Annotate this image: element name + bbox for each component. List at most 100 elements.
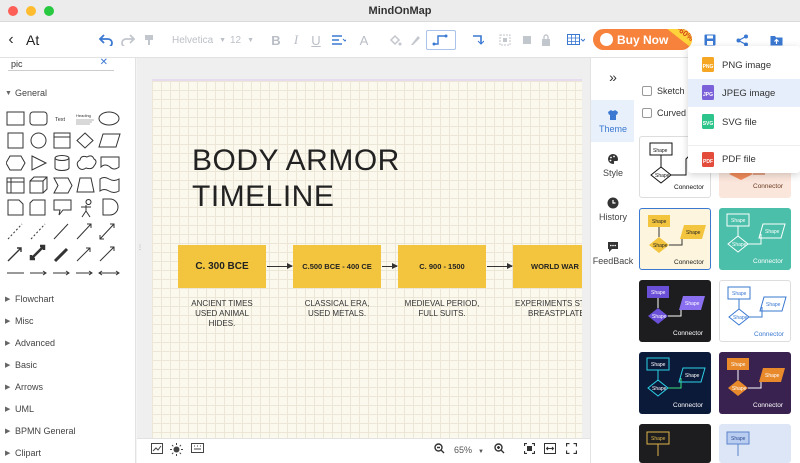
font-family-select[interactable]: Helvetica ▼ [172,33,226,47]
fit-width-icon[interactable] [544,443,556,457]
section-clipart[interactable]: ▶ Clipart [5,448,41,458]
group-icon[interactable] [496,22,514,58]
curved-checkbox[interactable]: Curved [642,108,686,118]
tab-theme[interactable]: Theme [591,100,635,142]
timeline-caption[interactable]: ANCIENT TIMES USED ANIMAL HIDES. [178,299,266,329]
lock-icon[interactable] [538,22,554,58]
format-painter-icon[interactable] [140,22,158,58]
section-basic[interactable]: ▶ Basic [5,360,37,370]
timeline-box[interactable]: C. 900 - 1500 [398,245,486,288]
sketch-checkbox[interactable]: Sketch [642,86,685,96]
section-arrows[interactable]: ▶ Arrows [5,382,43,392]
minimize-window-button[interactable] [26,6,36,16]
theme-card-dark-purple[interactable]: Shape Shape Shape Connector [639,280,711,342]
text-align-icon[interactable] [328,22,350,58]
shape-arrow-thin [76,247,91,262]
theme-card-dark-gold[interactable]: Shape [639,424,711,463]
maximize-window-button[interactable] [44,6,54,16]
export-png-item[interactable]: PNG PNG image [688,51,800,79]
zoom-in-icon[interactable] [494,443,505,457]
chevron-down-icon: ▼ [478,449,484,455]
fullscreen-icon[interactable] [565,442,578,457]
section-bpmn-general[interactable]: ▶ BPMN General [5,426,76,436]
diagram-title[interactable]: BODY ARMOR TIMELINE [192,143,400,215]
tab-feedback[interactable]: FeedBack [591,232,635,274]
fit-page-icon[interactable] [523,442,536,457]
timeline-box[interactable]: C. 300 BCE [178,245,266,288]
document-title[interactable]: At [26,32,39,48]
zoom-out-icon[interactable] [434,443,445,457]
font-size-select[interactable]: 12 ▼ [230,33,254,47]
collapse-left-panel-handle[interactable]: ⋮ [137,244,143,251]
section-general[interactable]: ▼ General [5,88,47,98]
close-window-button[interactable] [8,6,18,16]
theme-card-pale-blue[interactable]: Shape [719,424,791,463]
section-advanced[interactable]: ▶ Advanced [5,338,55,348]
connector-style-icon[interactable] [426,30,456,50]
fill-color-icon[interactable] [386,22,404,58]
section-flowchart[interactable]: ▶ Flowchart [5,294,54,304]
align-icon[interactable] [518,22,536,58]
shape-circle [30,132,47,149]
keyboard-icon[interactable] [191,443,204,456]
general-shapes-grid[interactable]: Text Heading [6,111,124,281]
undo-icon[interactable] [96,22,116,58]
theme-card-light-blue-shape-3: Shape [766,302,781,308]
theme-card-yellow[interactable]: Shape Shape Shape Connector [639,208,711,270]
redo-icon[interactable] [118,22,138,58]
back-icon[interactable]: ‹ [2,22,20,58]
connector-arrow[interactable] [382,263,398,269]
collapse-panel-icon[interactable]: » [591,62,635,92]
theme-card-teal[interactable]: Shape Shape Shape Connector [719,208,791,270]
connector-arrow[interactable] [487,263,513,269]
timeline-box[interactable]: C.500 BCE - 400 CE [293,245,381,288]
tab-style[interactable]: Style [591,144,635,186]
buy-now-button[interactable]: Buy Now -60% [593,29,692,50]
section-uml[interactable]: ▶ UML [5,404,34,414]
export-svg-item[interactable]: SVG SVG file [688,108,800,136]
theme-card-light-blue-shape: Shape [732,291,747,297]
svg-file-icon: SVG [702,114,714,129]
clock-icon [607,197,619,208]
connector-arrow[interactable] [267,263,293,269]
underline-icon[interactable]: U [308,22,324,58]
theme-card-yellow-shape-2: Shape [653,243,668,249]
clear-search-icon[interactable]: ✕ [100,57,108,68]
timeline-caption[interactable]: MEDIEVAL PERIOD, FULL SUITS. [398,299,486,319]
theme-card-plum[interactable]: Shape Shape Shape Connector [719,352,791,414]
theme-card-plum-connector: Connector [753,402,784,409]
section-misc[interactable]: ▶ Misc [5,316,34,326]
theme-card-light-blue-connector: Connector [754,331,785,338]
shape-cloud [76,155,97,170]
font-color-icon[interactable]: A [356,22,372,58]
app-window: MindOnMap ‹ At Helvetica▼ 12▼ B I U A [0,0,800,463]
timeline-box[interactable]: WORLD WAR [513,245,582,288]
waypoint-icon[interactable] [466,22,488,58]
canvas-area[interactable]: BODY ARMOR TIMELINE C. 300 BCE C.500 BCE… [137,58,590,441]
page-view-icon[interactable] [151,443,163,457]
theme-card-light-blue[interactable]: Shape Shape Shape Connector [719,280,791,342]
shape-line-h-arrow-3 [76,270,93,276]
shape-callout [53,199,72,216]
timeline-caption[interactable]: EXPERIMENTS STI BREASTPLATE [513,299,582,319]
shape-search-input[interactable]: pic ✕ [8,57,114,71]
italic-icon[interactable]: I [288,22,304,58]
theme-card-teal-connector: Connector [753,258,784,265]
export-jpeg-item[interactable]: JPG JPEG image [688,79,800,107]
timeline-caption[interactable]: CLASSICAL ERA, USED METALS. [293,299,381,319]
bold-icon[interactable]: B [268,22,284,58]
export-pdf-item[interactable]: PDF PDF file [688,145,800,173]
theme-brightness-icon[interactable] [170,443,183,459]
zoom-level-select[interactable]: 65% ▼ [454,445,484,455]
line-color-icon[interactable] [406,22,424,58]
shape-line [53,223,69,240]
theme-card-navy[interactable]: Shape Shape Shape Connector [639,352,711,414]
theme-card-dark-purple-shape: Shape [651,290,666,296]
drawing-page[interactable]: BODY ARMOR TIMELINE C. 300 BCE C.500 BCE… [152,81,582,441]
table-icon[interactable] [564,22,588,58]
tab-history[interactable]: History [591,188,635,230]
theme-card-peach-connector: Connector [753,183,784,190]
shape-arrow-thin-2 [99,246,115,262]
checkbox-box [642,108,652,118]
shape-hexagon [6,155,26,171]
